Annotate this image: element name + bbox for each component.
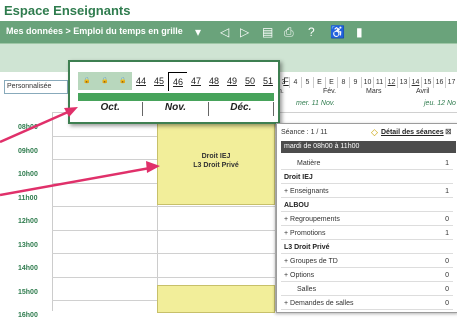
annotation-arrows — [0, 107, 160, 197]
hour-label: 16h00 — [18, 312, 38, 319]
arrow-head-2 — [146, 161, 160, 173]
arrow-line-2 — [0, 166, 151, 197]
arrow-line-1 — [0, 110, 69, 144]
